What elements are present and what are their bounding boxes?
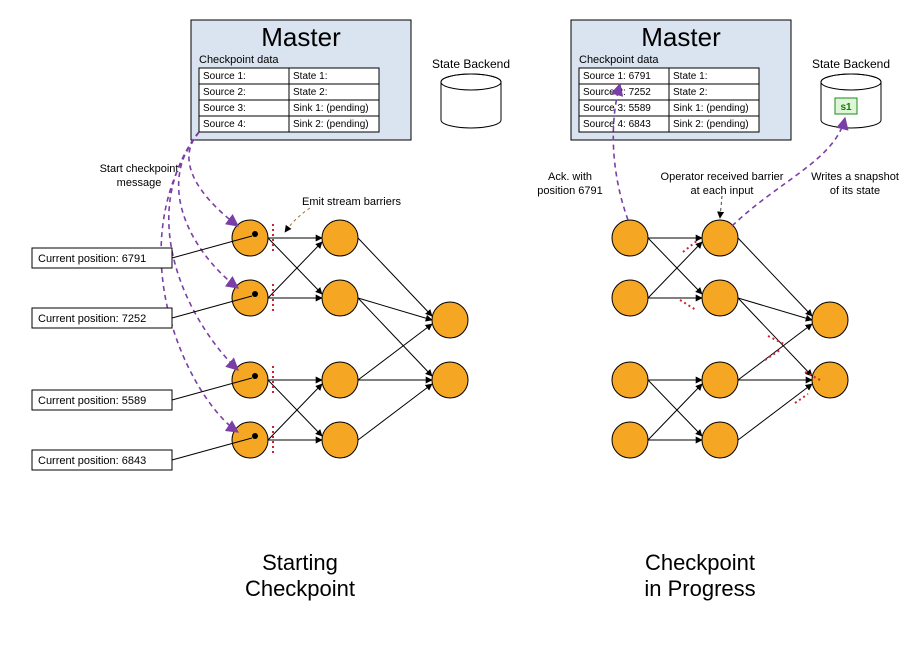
state-backend-label: State Backend bbox=[432, 57, 510, 71]
table-cell: Source 4: 6843 bbox=[583, 119, 651, 130]
edges bbox=[648, 238, 812, 440]
nodes bbox=[232, 220, 468, 458]
panel-left: Master Checkpoint data Source 1: State 1:… bbox=[32, 20, 510, 601]
snapshot-label: s1 bbox=[840, 102, 852, 113]
table-cell: Sink 1: (pending) bbox=[673, 103, 749, 114]
state-backend-label: State Backend bbox=[812, 57, 890, 71]
operator-barrier-label: at each input bbox=[691, 185, 754, 197]
table-cell: Source 4: bbox=[203, 119, 246, 130]
start-checkpoint-label: message bbox=[117, 177, 162, 189]
checkpoint-table: Source 1: 6791State 1: Source 2: 7252Sta… bbox=[579, 68, 759, 132]
start-checkpoint-arrows bbox=[161, 132, 238, 432]
master-title: Master bbox=[261, 22, 341, 52]
edges bbox=[268, 238, 432, 440]
table-cell: State 1: bbox=[673, 71, 707, 82]
operator-barrier-label: Operator received barrier bbox=[661, 171, 784, 183]
position-label: Current position: 7252 bbox=[38, 313, 146, 325]
checkpoint-table-title: Checkpoint data bbox=[579, 54, 659, 66]
writes-snapshot-label: of its state bbox=[830, 185, 880, 197]
position-label: Current position: 6791 bbox=[38, 253, 146, 265]
ack-label: position 6791 bbox=[537, 185, 602, 197]
ack-label: Ack. with bbox=[548, 171, 592, 183]
barriers bbox=[680, 240, 820, 403]
emit-arrow bbox=[285, 208, 310, 232]
phase-title: Checkpoint bbox=[245, 576, 355, 601]
table-cell: State 1: bbox=[293, 71, 327, 82]
table-cell: Source 3: bbox=[203, 103, 246, 114]
state-backend-cylinder bbox=[441, 74, 501, 128]
position-label: Current position: 5589 bbox=[38, 395, 146, 407]
table-cell: Sink 2: (pending) bbox=[293, 119, 369, 130]
start-checkpoint-label: Start checkpoint bbox=[100, 163, 179, 175]
writes-snapshot-label: Writes a snapshot bbox=[811, 171, 899, 183]
phase-title: in Progress bbox=[644, 576, 755, 601]
table-cell: Sink 2: (pending) bbox=[673, 119, 749, 130]
table-cell: State 2: bbox=[673, 87, 707, 98]
table-cell: Sink 1: (pending) bbox=[293, 103, 369, 114]
pointer bbox=[720, 196, 722, 218]
table-cell: State 2: bbox=[293, 87, 327, 98]
checkpoint-table: Source 1: State 1: Source 2: State 2: Sour… bbox=[199, 68, 379, 132]
nodes bbox=[612, 220, 848, 458]
phase-title: Checkpoint bbox=[645, 550, 755, 575]
table-cell: Source 1: bbox=[203, 71, 246, 82]
table-cell: Source 3: 5589 bbox=[583, 103, 651, 114]
panel-right: Master Checkpoint data Source 1: 6791 Sta… bbox=[537, 20, 899, 601]
phase-title: Starting bbox=[262, 550, 338, 575]
position-label: Current position: 6843 bbox=[38, 455, 146, 467]
checkpoint-table-title: Checkpoint data bbox=[199, 54, 279, 66]
master-title: Master bbox=[641, 22, 721, 52]
table-cell: Source 2: bbox=[203, 87, 246, 98]
emit-barriers-label: Emit stream barriers bbox=[302, 196, 402, 208]
table-cell: Source 1: 6791 bbox=[583, 71, 651, 82]
